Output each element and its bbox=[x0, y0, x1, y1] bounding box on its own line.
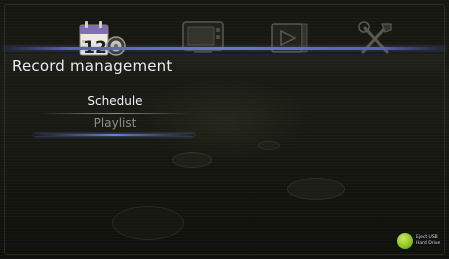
eject-usb-line2: Hard Drive bbox=[416, 241, 441, 246]
selection-highlight bbox=[34, 134, 194, 136]
background-reflection bbox=[287, 178, 345, 200]
background-reflection bbox=[172, 152, 212, 168]
green-button-icon bbox=[397, 233, 413, 249]
menu-separator bbox=[40, 113, 190, 114]
eject-usb-label: Eject USB Hard Drive bbox=[416, 235, 440, 247]
tools-icon[interactable] bbox=[355, 20, 397, 58]
top-divider-line bbox=[4, 47, 445, 50]
page-title: Record management bbox=[12, 57, 173, 75]
eject-usb-button[interactable]: Eject USB Hard Drive bbox=[397, 231, 443, 251]
menu-item-schedule[interactable]: Schedule bbox=[40, 94, 190, 114]
background-reflection bbox=[112, 206, 184, 240]
menu-item-playlist[interactable]: Playlist bbox=[40, 116, 190, 136]
record-management-screen: 12 Record management Schedule Playlist E… bbox=[0, 0, 449, 259]
top-menu-bar: 12 bbox=[0, 6, 449, 58]
background-reflection bbox=[258, 141, 280, 150]
